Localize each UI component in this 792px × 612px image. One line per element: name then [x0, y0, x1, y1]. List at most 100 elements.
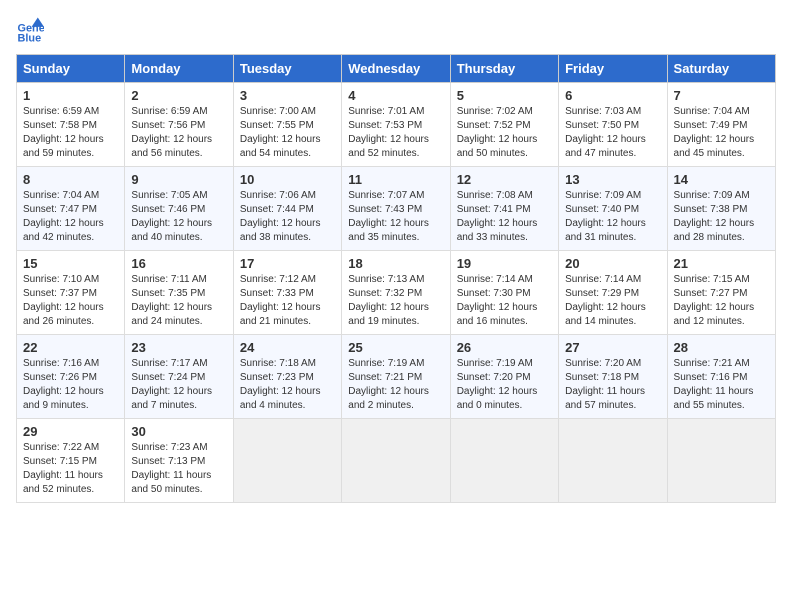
day-info: Sunrise: 6:59 AM Sunset: 7:56 PM Dayligh…	[131, 105, 226, 161]
day-number: 10	[240, 172, 335, 187]
day-number: 21	[674, 256, 769, 271]
page-header: General Blue	[16, 16, 776, 44]
calendar-cell	[450, 419, 558, 503]
day-info: Sunrise: 7:08 AM Sunset: 7:41 PM Dayligh…	[457, 189, 552, 245]
calendar-cell: 30 Sunrise: 7:23 AM Sunset: 7:13 PM Dayli…	[125, 419, 233, 503]
calendar-cell: 19 Sunrise: 7:14 AM Sunset: 7:30 PM Dayli…	[450, 251, 558, 335]
calendar-cell: 17 Sunrise: 7:12 AM Sunset: 7:33 PM Dayli…	[233, 251, 341, 335]
day-info: Sunrise: 7:23 AM Sunset: 7:13 PM Dayligh…	[131, 441, 226, 497]
day-number: 27	[565, 340, 660, 355]
column-header-sunday: Sunday	[17, 55, 125, 83]
day-number: 16	[131, 256, 226, 271]
calendar-cell: 11 Sunrise: 7:07 AM Sunset: 7:43 PM Dayli…	[342, 167, 450, 251]
day-info: Sunrise: 7:06 AM Sunset: 7:44 PM Dayligh…	[240, 189, 335, 245]
day-number: 22	[23, 340, 118, 355]
day-number: 29	[23, 424, 118, 439]
day-number: 5	[457, 88, 552, 103]
calendar-cell: 26 Sunrise: 7:19 AM Sunset: 7:20 PM Dayli…	[450, 335, 558, 419]
day-info: Sunrise: 7:11 AM Sunset: 7:35 PM Dayligh…	[131, 273, 226, 329]
day-info: Sunrise: 7:02 AM Sunset: 7:52 PM Dayligh…	[457, 105, 552, 161]
day-info: Sunrise: 7:18 AM Sunset: 7:23 PM Dayligh…	[240, 357, 335, 413]
day-info: Sunrise: 7:05 AM Sunset: 7:46 PM Dayligh…	[131, 189, 226, 245]
day-number: 20	[565, 256, 660, 271]
calendar-cell: 27 Sunrise: 7:20 AM Sunset: 7:18 PM Dayli…	[559, 335, 667, 419]
day-number: 15	[23, 256, 118, 271]
day-number: 9	[131, 172, 226, 187]
day-info: Sunrise: 7:17 AM Sunset: 7:24 PM Dayligh…	[131, 357, 226, 413]
day-info: Sunrise: 7:14 AM Sunset: 7:29 PM Dayligh…	[565, 273, 660, 329]
day-info: Sunrise: 7:01 AM Sunset: 7:53 PM Dayligh…	[348, 105, 443, 161]
day-number: 1	[23, 88, 118, 103]
day-number: 23	[131, 340, 226, 355]
calendar-cell: 23 Sunrise: 7:17 AM Sunset: 7:24 PM Dayli…	[125, 335, 233, 419]
column-header-saturday: Saturday	[667, 55, 775, 83]
day-info: Sunrise: 7:04 AM Sunset: 7:49 PM Dayligh…	[674, 105, 769, 161]
calendar-cell: 18Sunrise: 7:13 AM Sunset: 7:32 PM Dayli…	[342, 251, 450, 335]
day-number: 13	[565, 172, 660, 187]
day-number: 17	[240, 256, 335, 271]
calendar-cell: 24 Sunrise: 7:18 AM Sunset: 7:23 PM Dayli…	[233, 335, 341, 419]
calendar-cell: 12 Sunrise: 7:08 AM Sunset: 7:41 PM Dayli…	[450, 167, 558, 251]
calendar-cell	[559, 419, 667, 503]
day-info: Sunrise: 7:15 AM Sunset: 7:27 PM Dayligh…	[674, 273, 769, 329]
calendar-cell: 8 Sunrise: 7:04 AM Sunset: 7:47 PM Daylig…	[17, 167, 125, 251]
day-info: Sunrise: 7:19 AM Sunset: 7:20 PM Dayligh…	[457, 357, 552, 413]
column-header-monday: Monday	[125, 55, 233, 83]
day-number: 14	[674, 172, 769, 187]
day-number: 30	[131, 424, 226, 439]
day-number: 6	[565, 88, 660, 103]
calendar-cell: 7Sunrise: 7:04 AM Sunset: 7:49 PM Daylig…	[667, 83, 775, 167]
day-info: Sunrise: 7:04 AM Sunset: 7:47 PM Dayligh…	[23, 189, 118, 245]
day-number: 19	[457, 256, 552, 271]
day-number: 28	[674, 340, 769, 355]
calendar-cell: 5 Sunrise: 7:02 AM Sunset: 7:52 PM Daylig…	[450, 83, 558, 167]
day-number: 24	[240, 340, 335, 355]
day-number: 25	[348, 340, 443, 355]
day-info: Sunrise: 7:03 AM Sunset: 7:50 PM Dayligh…	[565, 105, 660, 161]
calendar-cell: 21 Sunrise: 7:15 AM Sunset: 7:27 PM Dayli…	[667, 251, 775, 335]
calendar-cell	[667, 419, 775, 503]
calendar-cell: 16 Sunrise: 7:11 AM Sunset: 7:35 PM Dayli…	[125, 251, 233, 335]
calendar-cell: 25 Sunrise: 7:19 AM Sunset: 7:21 PM Dayli…	[342, 335, 450, 419]
calendar-cell: 4 Sunrise: 7:01 AM Sunset: 7:53 PM Daylig…	[342, 83, 450, 167]
calendar-cell: 28Sunrise: 7:21 AM Sunset: 7:16 PM Dayli…	[667, 335, 775, 419]
day-info: Sunrise: 7:12 AM Sunset: 7:33 PM Dayligh…	[240, 273, 335, 329]
calendar-cell: 6 Sunrise: 7:03 AM Sunset: 7:50 PM Daylig…	[559, 83, 667, 167]
day-info: Sunrise: 7:14 AM Sunset: 7:30 PM Dayligh…	[457, 273, 552, 329]
day-number: 26	[457, 340, 552, 355]
calendar-cell: 22 Sunrise: 7:16 AM Sunset: 7:26 PM Dayli…	[17, 335, 125, 419]
calendar-cell: 14 Sunrise: 7:09 AM Sunset: 7:38 PM Dayli…	[667, 167, 775, 251]
day-info: Sunrise: 7:19 AM Sunset: 7:21 PM Dayligh…	[348, 357, 443, 413]
day-info: Sunrise: 7:09 AM Sunset: 7:38 PM Dayligh…	[674, 189, 769, 245]
calendar-cell: 1 Sunrise: 6:59 AM Sunset: 7:58 PM Daylig…	[17, 83, 125, 167]
logo: General Blue	[16, 16, 48, 44]
day-number: 8	[23, 172, 118, 187]
day-info: Sunrise: 6:59 AM Sunset: 7:58 PM Dayligh…	[23, 105, 118, 161]
day-info: Sunrise: 7:20 AM Sunset: 7:18 PM Dayligh…	[565, 357, 660, 413]
calendar-cell: 13 Sunrise: 7:09 AM Sunset: 7:40 PM Dayli…	[559, 167, 667, 251]
day-info: Sunrise: 7:10 AM Sunset: 7:37 PM Dayligh…	[23, 273, 118, 329]
calendar-cell	[233, 419, 341, 503]
calendar-cell: 10 Sunrise: 7:06 AM Sunset: 7:44 PM Dayli…	[233, 167, 341, 251]
day-number: 3	[240, 88, 335, 103]
day-number: 2	[131, 88, 226, 103]
calendar-cell: 20 Sunrise: 7:14 AM Sunset: 7:29 PM Dayli…	[559, 251, 667, 335]
logo-icon: General Blue	[16, 16, 44, 44]
calendar-cell: 2 Sunrise: 6:59 AM Sunset: 7:56 PM Daylig…	[125, 83, 233, 167]
day-number: 18	[348, 256, 443, 271]
calendar-cell: 15 Sunrise: 7:10 AM Sunset: 7:37 PM Dayli…	[17, 251, 125, 335]
day-info: Sunrise: 7:09 AM Sunset: 7:40 PM Dayligh…	[565, 189, 660, 245]
day-info: Sunrise: 7:22 AM Sunset: 7:15 PM Dayligh…	[23, 441, 118, 497]
calendar-table: SundayMondayTuesdayWednesdayThursdayFrid…	[16, 54, 776, 503]
column-header-tuesday: Tuesday	[233, 55, 341, 83]
day-info: Sunrise: 7:07 AM Sunset: 7:43 PM Dayligh…	[348, 189, 443, 245]
day-number: 12	[457, 172, 552, 187]
svg-text:Blue: Blue	[18, 33, 42, 44]
day-info: Sunrise: 7:16 AM Sunset: 7:26 PM Dayligh…	[23, 357, 118, 413]
calendar-cell: 3Sunrise: 7:00 AM Sunset: 7:55 PM Daylig…	[233, 83, 341, 167]
column-header-thursday: Thursday	[450, 55, 558, 83]
day-number: 11	[348, 172, 443, 187]
column-header-friday: Friday	[559, 55, 667, 83]
column-header-wednesday: Wednesday	[342, 55, 450, 83]
day-number: 4	[348, 88, 443, 103]
